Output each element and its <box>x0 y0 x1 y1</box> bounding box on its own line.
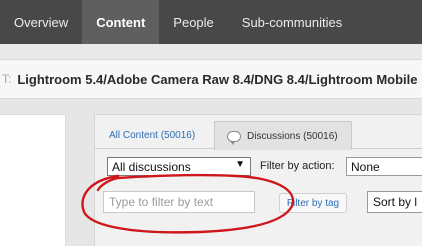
tab-sub-communities[interactable]: Sub-communities <box>228 0 356 44</box>
tab-all-content[interactable]: All Content (50016) <box>101 121 209 150</box>
filter-action-label: Filter by action: <box>260 160 335 172</box>
tab-people[interactable]: People <box>159 0 227 44</box>
announcement-prefix: T: <box>2 72 12 86</box>
content-panel: All Content (50016) Discussions (50016) … <box>94 114 422 246</box>
announcement-bar: T: Lightroom 5.4/Adobe Camera Raw 8.4/DN… <box>0 59 422 99</box>
announcement-link[interactable]: Lightroom 5.4/Adobe Camera Raw 8.4/DNG 8… <box>17 72 422 87</box>
tab-overview[interactable]: Overview <box>0 0 82 44</box>
speech-bubble-icon <box>227 130 241 145</box>
sort-select[interactable]: Sort by l <box>367 191 422 213</box>
left-column <box>0 114 66 246</box>
page: Overview Content People Sub-communities … <box>0 0 422 246</box>
tab-content[interactable]: Content <box>82 0 160 44</box>
tab-discussions[interactable]: Discussions (50016) <box>214 121 352 150</box>
filter-row: All discussions ▼ Filter by action: None <box>95 154 422 178</box>
search-row: Filter by tag Sort by l <box>95 187 422 219</box>
action-select[interactable]: None <box>346 157 422 176</box>
nav-separator <box>0 44 422 59</box>
content-tabs: All Content (50016) Discussions (50016) <box>95 115 422 150</box>
dropdown-arrow-icon: ▼ <box>235 159 245 170</box>
filter-text-input[interactable] <box>103 191 255 213</box>
view-select[interactable]: All discussions ▼ <box>107 157 251 176</box>
tab-discussions-label: Discussions (50016) <box>247 130 338 142</box>
filter-by-tag-button[interactable]: Filter by tag <box>279 193 347 213</box>
action-select-value: None <box>351 159 380 174</box>
view-select-value: All discussions <box>112 159 191 174</box>
top-navigation: Overview Content People Sub-communities <box>0 0 422 44</box>
